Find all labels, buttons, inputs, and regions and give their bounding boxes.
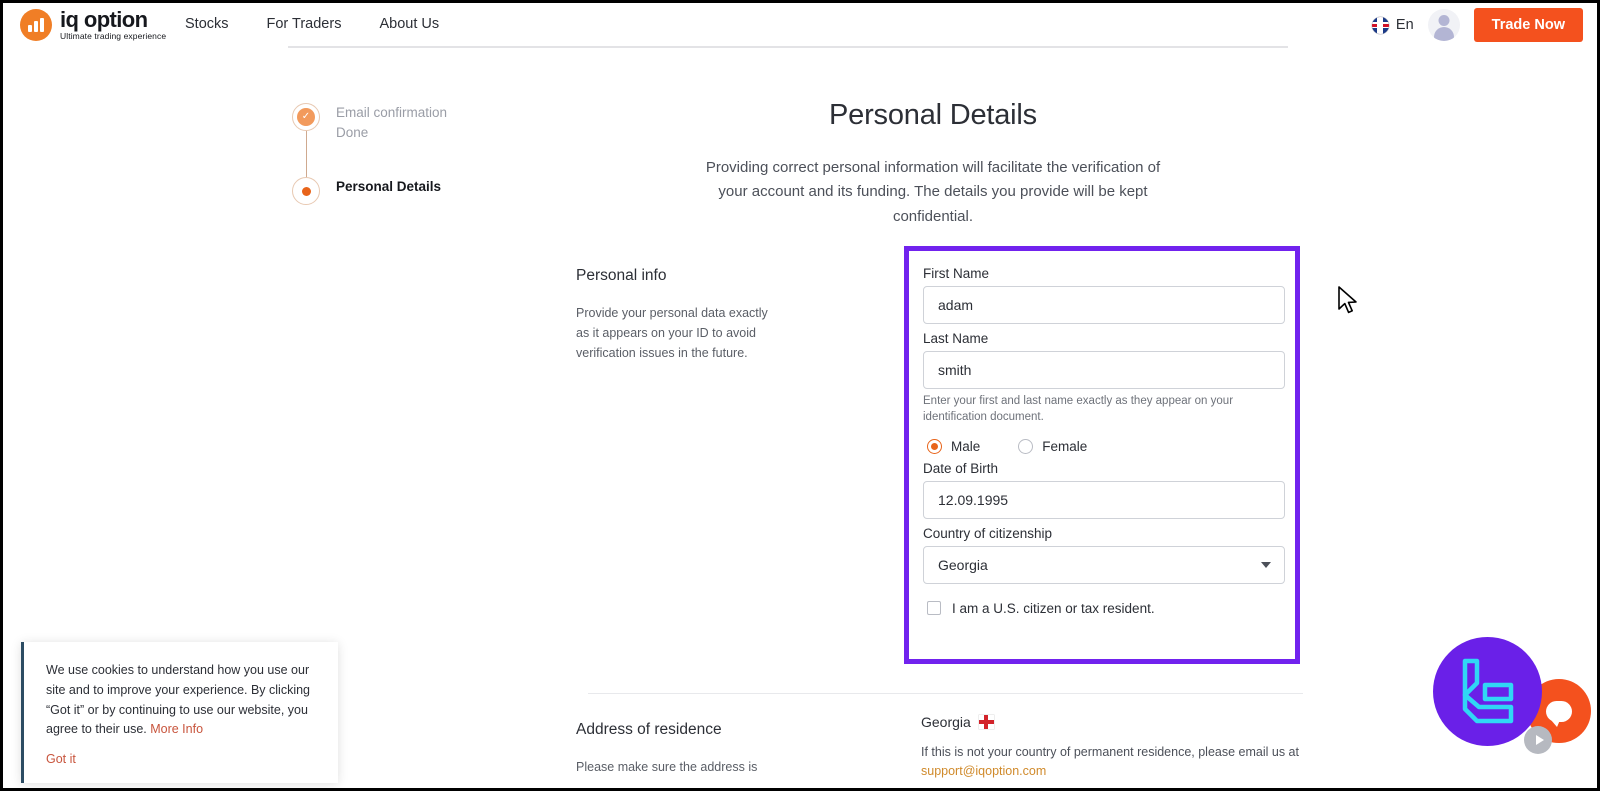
- uk-flag-icon: [1371, 16, 1389, 34]
- step-email-title: Email confirmation: [336, 105, 448, 120]
- site-logo[interactable]: iq option Ultimate trading experience: [20, 9, 166, 41]
- section-divider: [588, 693, 1303, 694]
- step-personal-details[interactable]: Personal Details: [292, 177, 447, 206]
- gender-male-label: Male: [951, 438, 981, 454]
- citizenship-select-wrapper: [923, 545, 1285, 584]
- step-personal-title: Personal Details: [336, 179, 442, 195]
- browser-page: iq option Ultimate trading experience St…: [3, 3, 1597, 788]
- nav-item-about-us[interactable]: About Us: [379, 16, 439, 32]
- nav-item-stocks[interactable]: Stocks: [185, 16, 229, 32]
- mouse-pointer-icon: [1338, 286, 1357, 314]
- date-of-birth-label: Date of Birth: [923, 460, 999, 476]
- check-icon: ✓: [297, 108, 315, 126]
- residence-country-name: Georgia: [921, 714, 971, 730]
- us-citizen-checkbox-row[interactable]: I am a U.S. citizen or tax resident.: [927, 601, 1281, 616]
- language-label: En: [1395, 17, 1414, 33]
- personal-info-description: Provide your personal data exactly as it…: [576, 306, 768, 360]
- residence-note: If this is not your country of permanent…: [921, 745, 1299, 759]
- radio-unselected-icon: [1018, 438, 1034, 454]
- cookie-text: We use cookies to understand how you use…: [46, 661, 316, 740]
- gender-female-label: Female: [1042, 438, 1088, 454]
- last-name-label: Last Name: [923, 331, 989, 346]
- address-section-title: Address of residence: [576, 721, 722, 738]
- citizenship-label: Country of citizenship: [923, 525, 1053, 541]
- citizenship-select[interactable]: [923, 545, 1285, 584]
- bar-chart-circle-icon: [20, 9, 52, 41]
- gender-option-male[interactable]: Male: [927, 438, 981, 454]
- brand-monogram-icon[interactable]: [1433, 637, 1542, 746]
- residence-country-row: Georgia: [921, 714, 1311, 730]
- header-actions: En Trade Now: [1371, 8, 1583, 42]
- first-name-label: First Name: [923, 266, 990, 281]
- gender-option-female[interactable]: Female: [1018, 438, 1088, 454]
- personal-details-form: First Name Last Name Enter your first an…: [904, 246, 1300, 664]
- progress-stepper: ✓ Email confirmation Done Personal Detai…: [292, 103, 448, 206]
- us-citizen-checkbox[interactable]: [927, 601, 941, 616]
- address-of-residence-column: Address of residence Please make sure th…: [576, 721, 826, 777]
- date-of-birth-input[interactable]: [923, 480, 1285, 519]
- step-personal-indicator: [292, 177, 320, 206]
- site-header: iq option Ultimate trading experience St…: [3, 3, 1597, 49]
- residence-country-column: Georgia If this is not your country of p…: [921, 714, 1311, 780]
- nav-item-for-traders[interactable]: For Traders: [267, 16, 342, 32]
- support-email-link[interactable]: support@iqoption.com: [921, 764, 1046, 778]
- us-citizen-label: I am a U.S. citizen or tax resident.: [952, 600, 1155, 616]
- cookie-more-info-link[interactable]: More Info: [150, 722, 203, 736]
- cookie-consent-banner: We use cookies to understand how you use…: [21, 642, 338, 783]
- name-hint-text: Enter your first and last name exactly a…: [923, 395, 1234, 423]
- screenshot-frame: iq option Ultimate trading experience St…: [0, 0, 1600, 791]
- page-title: Personal Details: [829, 99, 1037, 131]
- page-hero: Personal Details Providing correct perso…: [603, 99, 1263, 229]
- main-navigation: Stocks For Traders About Us: [185, 16, 439, 32]
- step-connector-line: [306, 131, 307, 179]
- user-avatar-icon[interactable]: [1427, 9, 1460, 41]
- language-selector[interactable]: En: [1371, 16, 1414, 34]
- georgia-flag-icon: [978, 715, 994, 729]
- dot-icon: [301, 186, 311, 196]
- play-icon[interactable]: [1524, 726, 1552, 754]
- last-name-input[interactable]: [923, 351, 1285, 389]
- gender-radio-group: Male Female: [927, 438, 1281, 454]
- address-section-description: Please make sure the address is: [576, 760, 758, 774]
- personal-info-column: Personal info Provide your personal data…: [576, 267, 776, 363]
- step-email-status: Done: [336, 124, 369, 140]
- step-email-indicator: ✓: [292, 103, 320, 131]
- first-name-input[interactable]: [923, 286, 1285, 324]
- trade-now-button[interactable]: Trade Now: [1473, 8, 1583, 42]
- header-divider: [288, 46, 1288, 48]
- cookie-got-it-button[interactable]: Got it: [46, 752, 76, 766]
- logo-text: iq option Ultimate trading experience: [60, 9, 166, 41]
- logo-subtitle: Ultimate trading experience: [60, 31, 167, 42]
- step-email-confirmation[interactable]: ✓ Email confirmation Done: [292, 103, 448, 179]
- personal-info-title: Personal info: [576, 267, 667, 284]
- radio-selected-icon: [927, 438, 942, 454]
- page-description: Providing correct personal information w…: [705, 159, 1161, 225]
- logo-title: iq option: [60, 7, 148, 33]
